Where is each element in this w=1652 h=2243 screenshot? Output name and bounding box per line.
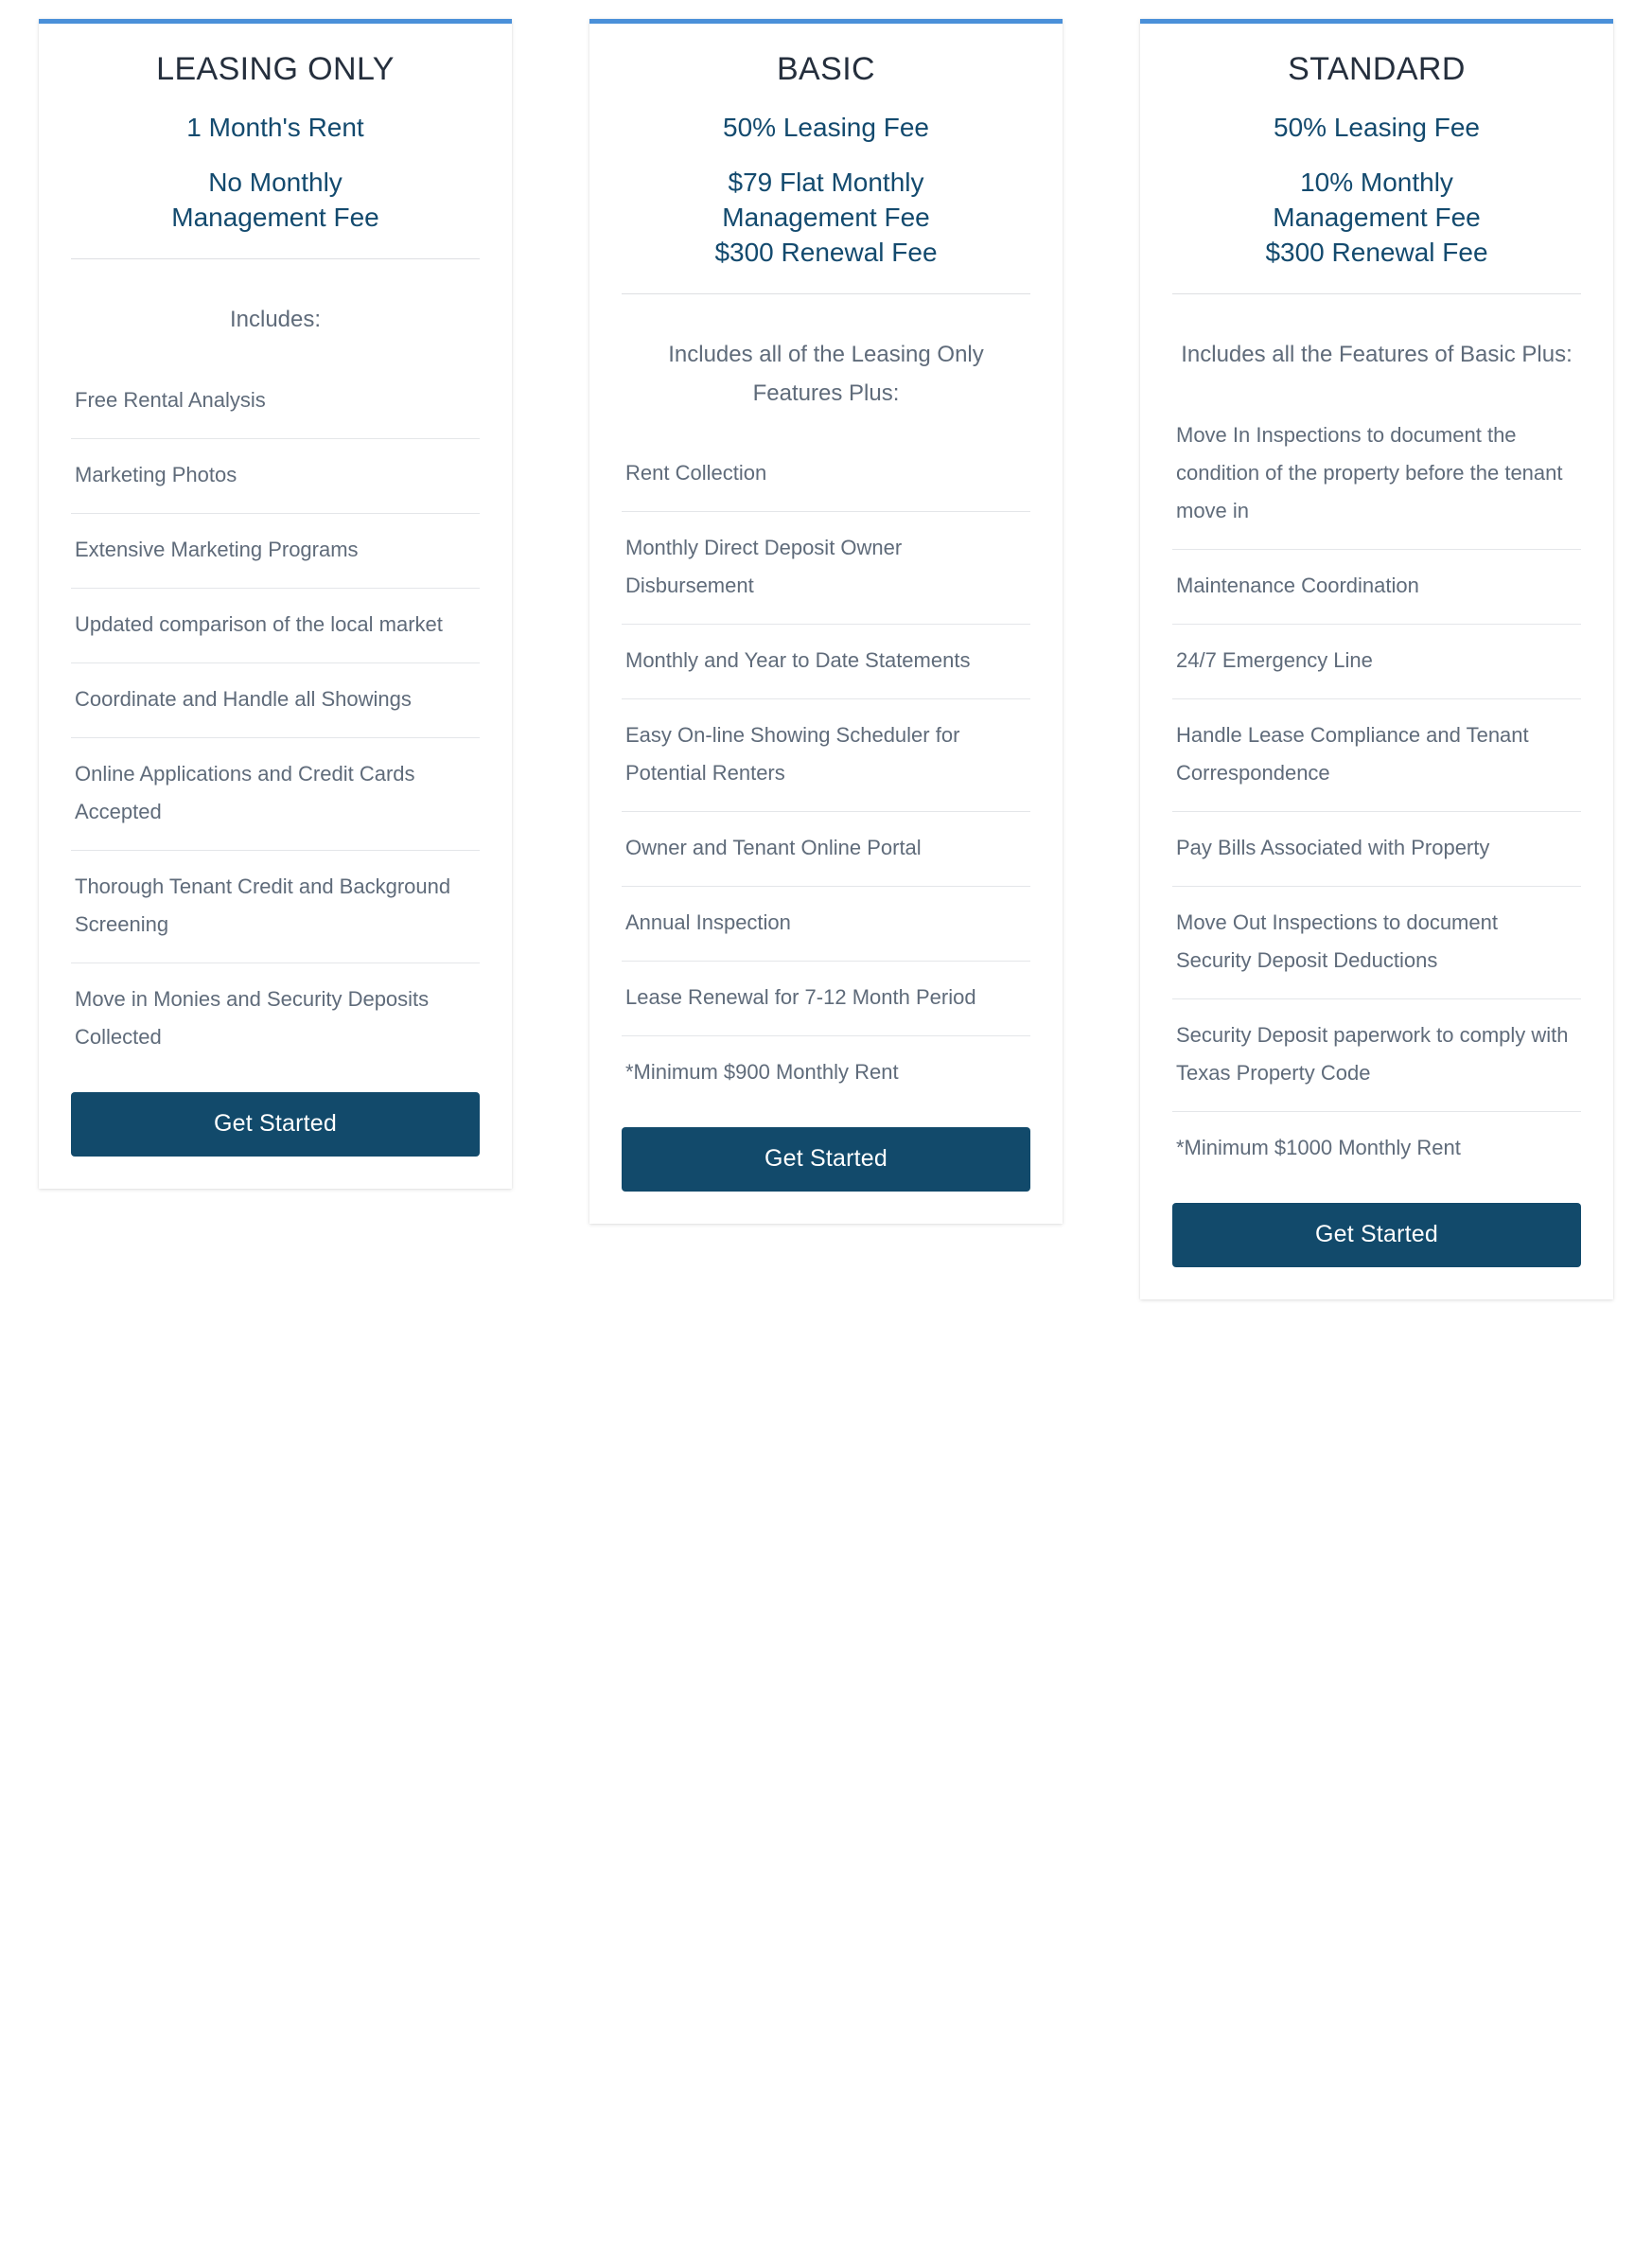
pricing-card-leasing-only: LEASING ONLY 1 Month's Rent No Monthly M… — [39, 19, 512, 1190]
plan-title: STANDARD — [1288, 51, 1466, 87]
pricing-page: LEASING ONLY 1 Month's Rent No Monthly M… — [0, 0, 1652, 2243]
card-header: BASIC 50% Leasing Fee $79 Flat Monthly M… — [622, 24, 1030, 295]
list-item: Monthly Direct Deposit Owner Disbursemen… — [622, 510, 1030, 624]
list-item: Security Deposit paperwork to comply wit… — [1172, 998, 1581, 1111]
plan-price-secondary: $79 Flat Monthly Management Fee $300 Ren… — [622, 166, 1030, 271]
list-item: Updated comparison of the local market — [71, 587, 480, 662]
list-item: Lease Renewal for 7-12 Month Period — [622, 961, 1030, 1035]
list-item: Online Applications and Credit Cards Acc… — [71, 736, 480, 850]
feature-list: Move In Inspections to document the cond… — [1172, 416, 1581, 1186]
plan-column-leasing-only: LEASING ONLY 1 Month's Rent No Monthly M… — [0, 19, 551, 1190]
plan-price-secondary: 10% Monthly Management Fee $300 Renewal … — [1172, 166, 1581, 271]
plan-column-standard: STANDARD 50% Leasing Fee 10% Monthly Man… — [1101, 19, 1652, 1300]
plan-price-primary: 1 Month's Rent — [186, 112, 364, 142]
plan-title: LEASING ONLY — [156, 51, 395, 87]
pricing-card-standard: STANDARD 50% Leasing Fee 10% Monthly Man… — [1140, 19, 1613, 1300]
plan-price-secondary-line-3: $300 Renewal Fee — [1265, 238, 1488, 268]
plan-price-secondary: No Monthly Management Fee — [71, 166, 480, 236]
pricing-plans-row: LEASING ONLY 1 Month's Rent No Monthly M… — [0, 0, 1652, 1300]
list-item: Move Out Inspections to document Securit… — [1172, 885, 1581, 998]
card-header: STANDARD 50% Leasing Fee 10% Monthly Man… — [1172, 24, 1581, 295]
list-item: Coordinate and Handle all Showings — [71, 662, 480, 737]
plan-price-secondary-line-1: 10% Monthly — [1300, 168, 1453, 198]
list-item: Handle Lease Compliance and Tenant Corre… — [1172, 698, 1581, 811]
plan-price-secondary-line-2: Management Fee — [171, 203, 379, 233]
pricing-card-basic: BASIC 50% Leasing Fee $79 Flat Monthly M… — [589, 19, 1063, 1225]
list-item: Maintenance Coordination — [1172, 548, 1581, 624]
includes-header: Includes all of the Leasing Only Feature… — [668, 342, 984, 406]
plan-price-primary: 50% Leasing Fee — [1274, 112, 1480, 142]
list-item: Rent Collection — [625, 460, 767, 485]
list-item: Thorough Tenant Credit and Background Sc… — [71, 849, 480, 963]
list-item: 24/7 Emergency Line — [1172, 623, 1581, 698]
get-started-button[interactable]: Get Started — [622, 1127, 1030, 1192]
get-started-button[interactable]: Get Started — [1172, 1203, 1581, 1268]
plan-price-secondary-line-3: $300 Renewal Fee — [714, 238, 938, 268]
list-item: *Minimum $1000 Monthly Rent — [1172, 1111, 1581, 1186]
list-item: Annual Inspection — [622, 886, 1030, 961]
list-item: Move in Monies and Security Deposits Col… — [71, 962, 480, 1075]
plan-price-secondary-line-1: No Monthly — [208, 168, 343, 198]
list-item: Free Rental Analysis — [75, 387, 266, 412]
plan-title: BASIC — [776, 51, 876, 87]
plan-price-secondary-line-1: $79 Flat Monthly — [728, 168, 924, 198]
list-item: Extensive Marketing Programs — [71, 512, 480, 588]
list-item: Monthly and Year to Date Statements — [622, 624, 1030, 698]
list-item: Marketing Photos — [71, 437, 480, 513]
card-header: LEASING ONLY 1 Month's Rent No Monthly M… — [71, 24, 480, 260]
includes-header: Includes: — [229, 307, 322, 333]
plan-price-secondary-line-2: Management Fee — [1273, 203, 1481, 233]
list-item: Pay Bills Associated with Property — [1172, 810, 1581, 886]
plan-price-secondary-line-2: Management Fee — [722, 203, 930, 233]
feature-list: Free Rental Analysis Marketing Photos Ex… — [71, 381, 480, 1075]
get-started-button[interactable]: Get Started — [71, 1092, 480, 1157]
list-item: Move In Inspections to document the cond… — [1176, 422, 1563, 522]
plan-column-basic: BASIC 50% Leasing Fee $79 Flat Monthly M… — [551, 19, 1101, 1225]
feature-list: Rent Collection Monthly Direct Deposit O… — [622, 454, 1030, 1110]
list-item: Owner and Tenant Online Portal — [622, 811, 1030, 886]
list-item: *Minimum $900 Monthly Rent — [622, 1035, 1030, 1110]
plan-price-primary: 50% Leasing Fee — [723, 112, 929, 142]
list-item: Easy On-line Showing Scheduler for Poten… — [622, 698, 1030, 811]
includes-header: Includes all the Features of Basic Plus: — [1181, 342, 1573, 368]
